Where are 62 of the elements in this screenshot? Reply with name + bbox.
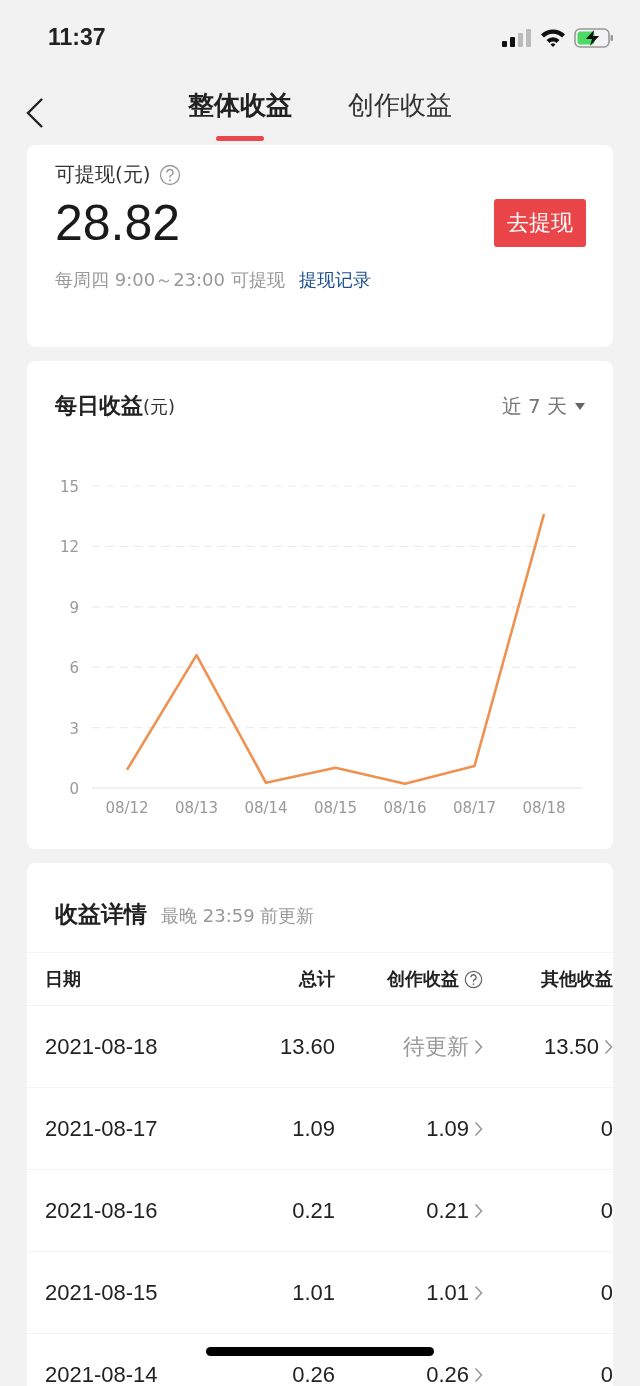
table-cell-text: 13.60 <box>278 1033 335 1060</box>
update-note: 最晚 23:59 前更新 <box>161 904 315 928</box>
chart-title: 每日收益 <box>55 393 143 418</box>
chevron-right-icon[interactable] <box>474 1120 483 1137</box>
x-tick-label: 08/17 <box>452 799 497 817</box>
column-header: 日期 <box>45 967 82 991</box>
column-header: 创作收益 <box>387 967 459 991</box>
help-icon[interactable] <box>158 163 181 186</box>
y-tick-label: 12 <box>59 538 79 557</box>
table-cell: 0 <box>600 1279 613 1306</box>
y-tick-label: 15 <box>59 478 79 496</box>
table-cell-text: 2021-08-15 <box>45 1279 159 1306</box>
y-tick-label: 3 <box>69 719 79 738</box>
withdraw-button[interactable]: 去提现 <box>494 199 586 247</box>
table-cell[interactable]: 0.21 <box>426 1197 469 1224</box>
tab[interactable]: 创作收益 <box>348 81 452 141</box>
table-cell[interactable]: 1.09 <box>426 1115 469 1142</box>
y-tick-label: 9 <box>69 598 79 617</box>
y-tick-label: 0 <box>69 780 79 798</box>
chevron-right-icon[interactable] <box>604 1038 613 1055</box>
help-icon[interactable] <box>464 969 483 989</box>
table-cell: 0 <box>600 1115 613 1142</box>
table-cell[interactable]: 0.26 <box>426 1361 469 1386</box>
table-cell-text: 2021-08-14 <box>45 1361 159 1386</box>
table-cell: 0 <box>600 1197 613 1224</box>
table-cell-text: 2021-08-18 <box>45 1033 159 1060</box>
x-tick-label: 08/14 <box>244 799 288 817</box>
table-cell[interactable]: 1.01 <box>426 1279 469 1306</box>
tab[interactable]: 整体收益 <box>188 81 292 141</box>
dropdown-icon[interactable] <box>575 402 585 410</box>
table-cell: 13.50 <box>543 1033 599 1060</box>
details-title: 收益详情 <box>55 900 147 929</box>
table-cell-text: 1.01 <box>291 1279 335 1306</box>
table-cell-text: 2021-08-16 <box>45 1197 159 1224</box>
x-tick-label: 08/16 <box>383 799 427 817</box>
chevron-right-icon[interactable] <box>474 1366 483 1383</box>
chevron-right-icon[interactable] <box>474 1038 483 1055</box>
signal-icon <box>502 28 532 47</box>
x-tick-label: 08/12 <box>105 799 149 817</box>
table-cell-text: 2021-08-17 <box>45 1115 159 1142</box>
table-cell-text: 0.26 <box>291 1361 335 1386</box>
y-tick-label: 6 <box>69 659 79 678</box>
chart-unit: (元) <box>143 396 176 417</box>
balance-label: 可提现(元) <box>55 161 151 188</box>
table-cell: 0 <box>600 1361 613 1386</box>
x-tick-label: 08/13 <box>174 799 219 817</box>
battery-charging-icon <box>574 27 614 48</box>
status-time: 11:37 <box>48 24 106 51</box>
column-header: 其他收益 <box>540 967 613 991</box>
withdraw-history-link[interactable]: 提现记录 <box>298 268 371 292</box>
column-header: 总计 <box>297 967 335 991</box>
x-tick-label: 08/18 <box>522 799 566 817</box>
table-cell-text: 0.21 <box>291 1197 335 1224</box>
chevron-right-icon[interactable] <box>474 1284 483 1301</box>
withdraw-schedule: 每周四 9:00～23:00 可提现 <box>55 268 285 292</box>
table-cell-text: 1.09 <box>291 1115 335 1142</box>
back-icon[interactable] <box>26 97 44 129</box>
balance-amount: 28.82 <box>55 194 181 252</box>
range-selector[interactable]: 近 7 天 <box>501 392 567 420</box>
wifi-icon <box>540 28 566 47</box>
chevron-right-icon[interactable] <box>474 1202 483 1219</box>
x-tick-label: 08/15 <box>313 799 358 817</box>
